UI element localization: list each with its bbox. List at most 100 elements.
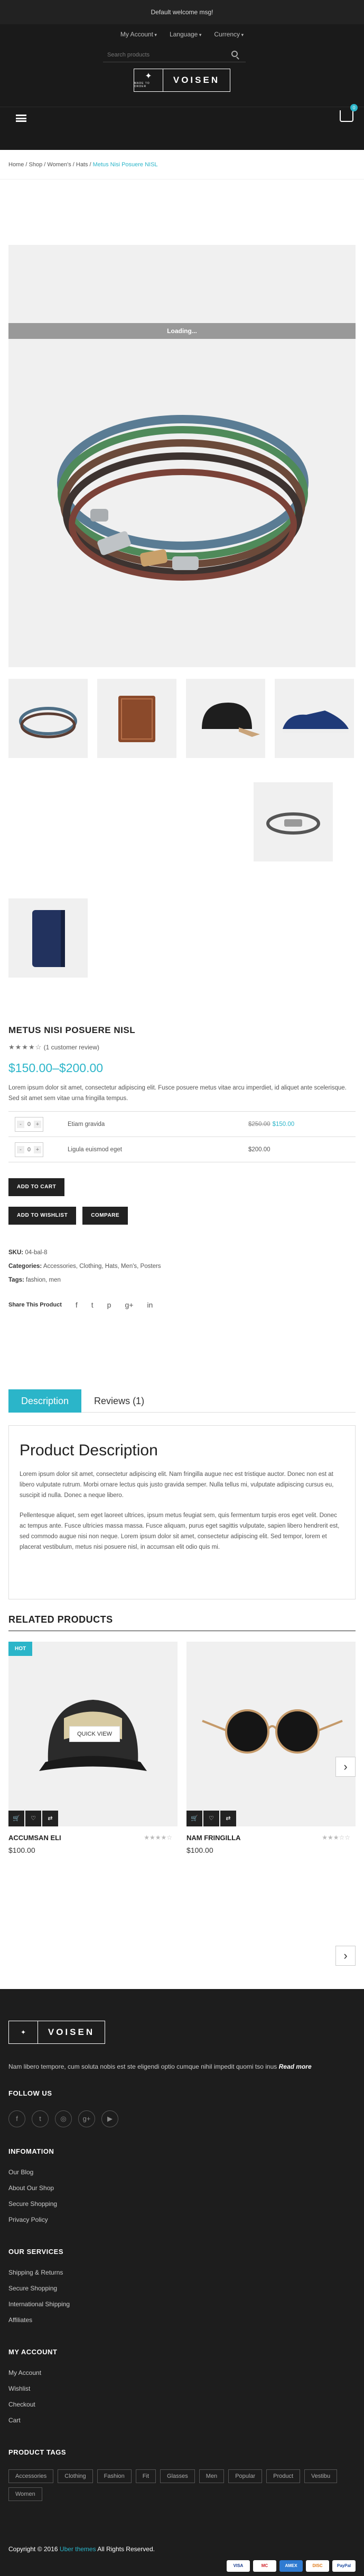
heart-icon[interactable]: ♡ bbox=[203, 1811, 219, 1826]
thumbnail-shoe[interactable] bbox=[275, 679, 354, 758]
footer-logo-wordmark: VOISEN bbox=[48, 2027, 95, 2037]
minus-icon[interactable]: - bbox=[16, 1145, 24, 1153]
thumbnail-bracelets[interactable] bbox=[8, 679, 88, 758]
twitter-icon[interactable]: t bbox=[91, 1301, 94, 1309]
tag-pill[interactable]: Popular bbox=[228, 2469, 263, 2483]
footer-link[interactable]: About Our Shop bbox=[8, 2180, 57, 2196]
phone-case-thumb-image bbox=[32, 910, 65, 967]
quantity-stepper[interactable]: -0 + bbox=[15, 1142, 43, 1157]
tag-pill[interactable]: Glasses bbox=[160, 2469, 195, 2483]
cart-icon[interactable]: 0 bbox=[340, 104, 358, 122]
footer-link[interactable]: Shipping & Returns bbox=[8, 2265, 70, 2280]
thumbnail-steel-bracelet[interactable] bbox=[254, 782, 333, 861]
site-logo[interactable]: ✦ MADE TO ORDER VOISEN bbox=[134, 69, 230, 92]
facebook-icon[interactable]: f bbox=[76, 1301, 78, 1309]
welcome-bar: Default welcome msg! bbox=[0, 0, 364, 24]
payment-icons: VISA MC AMEX DISC PayPal bbox=[227, 2560, 356, 2572]
product-card-image[interactable]: 🛒 ♡ ⇄ bbox=[186, 1642, 356, 1826]
breadcrumb-women[interactable]: Women's bbox=[47, 162, 71, 168]
compare-icon[interactable]: ⇄ bbox=[220, 1811, 236, 1826]
language-dropdown[interactable]: Language bbox=[170, 31, 201, 38]
breadcrumb-home[interactable]: Home bbox=[8, 162, 24, 168]
tag-pill[interactable]: Fit bbox=[135, 2469, 156, 2483]
facebook-icon[interactable]: f bbox=[8, 2110, 25, 2127]
carousel-next-arrow[interactable]: › bbox=[335, 1946, 356, 1966]
tag-pill[interactable]: Clothing bbox=[58, 2469, 93, 2483]
twitter-icon[interactable]: t bbox=[32, 2110, 49, 2127]
site-footer: ✦ VOISEN Nam libero tempore, cum soluta … bbox=[0, 1989, 364, 2576]
account-links: My Account Wishlist Checkout Cart bbox=[8, 2365, 41, 2428]
product-tags-heading: PRODUCT TAGS bbox=[8, 2448, 67, 2456]
quick-view-button[interactable]: QUICK VIEW bbox=[69, 1726, 120, 1742]
plus-icon[interactable]: + bbox=[34, 1120, 41, 1128]
tags-links[interactable]: fashion, men bbox=[26, 1277, 61, 1283]
footer-link[interactable]: Our Blog bbox=[8, 2164, 57, 2180]
thumbnail-wallet[interactable] bbox=[97, 679, 176, 758]
add-to-wishlist-button[interactable]: ADD TO WISHLIST bbox=[8, 1207, 77, 1225]
thumbnail-phone-case[interactable] bbox=[8, 898, 88, 978]
tag-pill[interactable]: Women bbox=[8, 2487, 42, 2501]
pinterest-icon[interactable]: p bbox=[107, 1301, 111, 1309]
quantity-stepper[interactable]: -0 + bbox=[15, 1116, 43, 1132]
add-to-cart-button[interactable]: ADD TO CART bbox=[8, 1178, 65, 1196]
breadcrumb: Home / Shop / Women's / Hats / Metus Nis… bbox=[0, 150, 364, 179]
thumbnail-cap[interactable] bbox=[186, 679, 265, 758]
grouped-item-name[interactable]: Etiam gravida bbox=[68, 1121, 180, 1128]
minus-icon[interactable]: - bbox=[16, 1120, 24, 1128]
product-card-image[interactable]: HOT QUICK VIEW 🛒 ♡ ⇄ bbox=[8, 1642, 178, 1826]
breadcrumb-shop[interactable]: Shop bbox=[29, 162, 43, 168]
tag-pill[interactable]: Vestibu bbox=[304, 2469, 338, 2483]
carousel-next-arrow[interactable]: › bbox=[335, 1757, 356, 1777]
tag-pill[interactable]: Accessories bbox=[8, 2469, 54, 2483]
description-panel: Product Description Lorem ipsum dolor si… bbox=[8, 1425, 356, 1599]
cart-icon[interactable]: 🛒 bbox=[186, 1811, 202, 1826]
footer-link[interactable]: Checkout bbox=[8, 2397, 41, 2412]
amex-icon: AMEX bbox=[279, 2560, 303, 2572]
search-input[interactable] bbox=[103, 48, 246, 62]
sunglasses-image bbox=[202, 1709, 343, 1754]
product-main-image[interactable]: Loading... bbox=[8, 245, 356, 667]
my-account-dropdown[interactable]: My Account bbox=[120, 31, 157, 38]
footer-link[interactable]: My Account bbox=[8, 2365, 41, 2381]
youtube-icon[interactable]: ▶ bbox=[101, 2110, 118, 2127]
product-card-price: $100.00 bbox=[186, 1846, 213, 1854]
tag-pill[interactable]: Men bbox=[199, 2469, 225, 2483]
heart-icon[interactable]: ♡ bbox=[25, 1811, 41, 1826]
breadcrumb-hats[interactable]: Hats bbox=[76, 162, 88, 168]
tab-description[interactable]: Description bbox=[8, 1389, 82, 1413]
grouped-item-name[interactable]: Ligula euismod eget bbox=[68, 1147, 180, 1153]
compare-icon[interactable]: ⇄ bbox=[42, 1811, 58, 1826]
tag-pill[interactable]: Fashion bbox=[97, 2469, 132, 2483]
price-range: $150.00–$200.00 bbox=[8, 1061, 104, 1075]
reviews-link[interactable]: (1 customer review) bbox=[44, 1044, 99, 1051]
cart-icon[interactable]: 🛒 bbox=[8, 1811, 24, 1826]
search-icon[interactable] bbox=[231, 51, 238, 57]
footer-logo[interactable]: ✦ VOISEN bbox=[8, 2021, 105, 2044]
hamburger-menu-icon[interactable] bbox=[16, 115, 26, 122]
brand-link[interactable]: Uber themes bbox=[60, 2545, 96, 2553]
linkedin-icon[interactable]: in bbox=[147, 1301, 153, 1309]
tag-pill[interactable]: Product bbox=[266, 2469, 301, 2483]
footer-link[interactable]: Cart bbox=[8, 2412, 41, 2428]
product-card[interactable]: 🛒 ♡ ⇄ NAM FRINGILLA ★★★☆☆ $100.00 bbox=[186, 1642, 356, 1854]
read-more-link[interactable]: Read more bbox=[279, 2063, 312, 2070]
star-rating: ★★★★☆ bbox=[8, 1043, 42, 1051]
tab-reviews[interactable]: Reviews (1) bbox=[81, 1389, 157, 1413]
google-plus-icon[interactable]: g+ bbox=[125, 1301, 133, 1309]
footer-link[interactable]: Secure Shopping bbox=[8, 2196, 57, 2212]
services-heading: OUR SERVICES bbox=[8, 2248, 64, 2256]
instagram-icon[interactable]: ◎ bbox=[55, 2110, 72, 2127]
footer-link[interactable]: Affiliates bbox=[8, 2312, 70, 2328]
follow-us-heading: FOLLOW US bbox=[8, 2089, 52, 2097]
footer-link[interactable]: Secure Shopping bbox=[8, 2280, 70, 2296]
footer-link[interactable]: Privacy Policy bbox=[8, 2212, 57, 2228]
compare-button[interactable]: COMPARE bbox=[82, 1207, 128, 1225]
footer-link[interactable]: International Shipping bbox=[8, 2296, 70, 2312]
categories-links[interactable]: Accessories, Clothing, Hats, Men's, Post… bbox=[43, 1263, 161, 1270]
currency-dropdown[interactable]: Currency bbox=[214, 31, 244, 38]
plus-icon[interactable]: + bbox=[34, 1145, 41, 1153]
google-plus-icon[interactable]: g+ bbox=[78, 2110, 95, 2127]
information-heading: INFOMATION bbox=[8, 2147, 54, 2155]
footer-link[interactable]: Wishlist bbox=[8, 2381, 41, 2397]
product-card[interactable]: HOT QUICK VIEW 🛒 ♡ ⇄ ACCUMSAN ELI ★★★★☆ $1… bbox=[8, 1642, 178, 1854]
